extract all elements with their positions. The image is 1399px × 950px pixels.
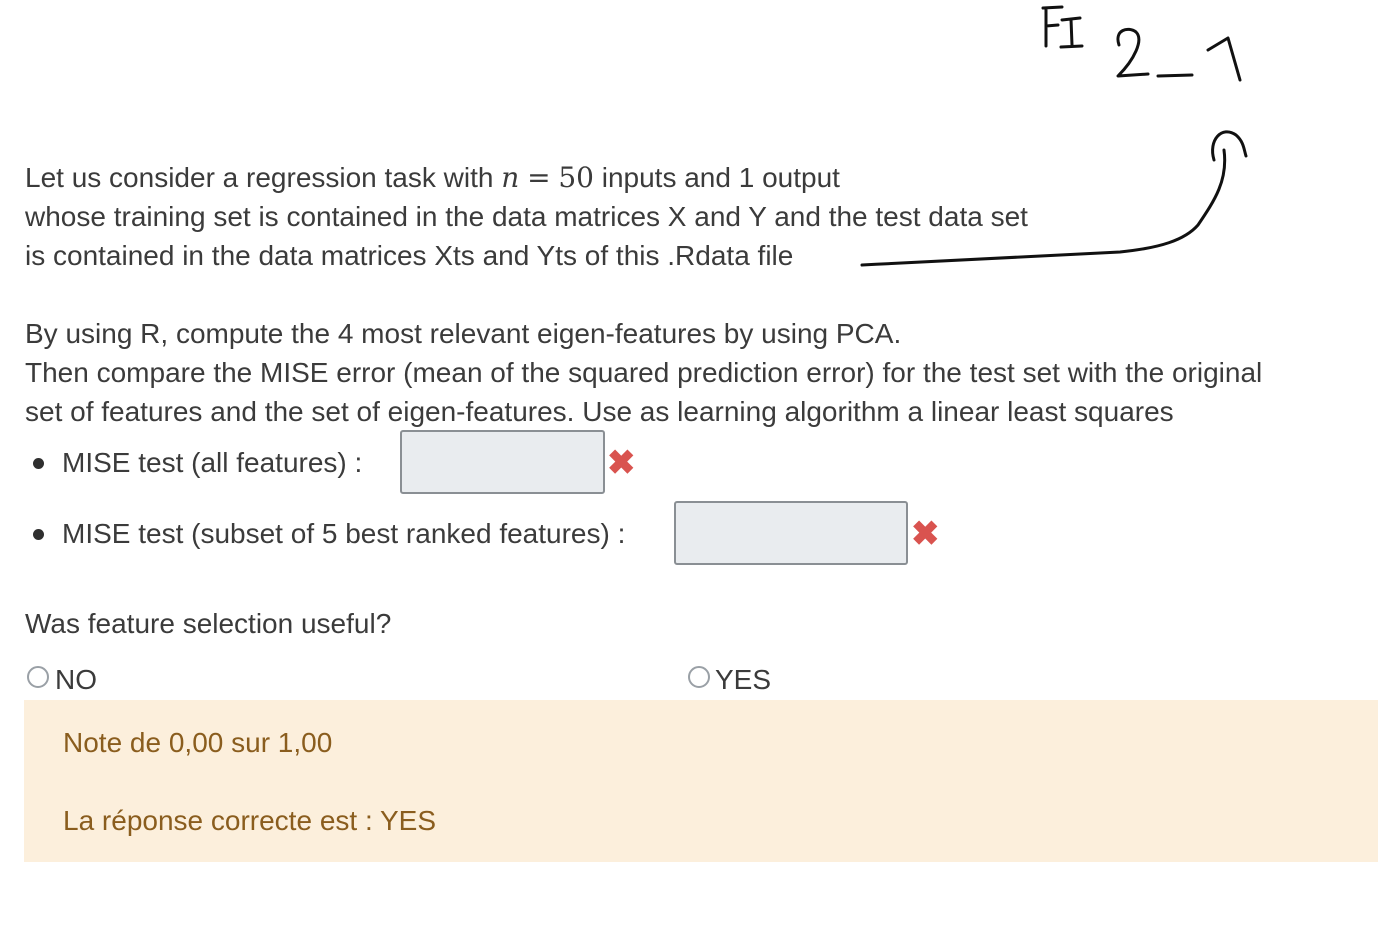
intro-line-3: is contained in the data matrices Xts an… [25,240,794,271]
incorrect-icon: ✖ [911,515,940,553]
answer-label-subset-features: MISE test (subset of 5 best ranked featu… [62,518,626,549]
math-equals: = [527,161,551,194]
intro-line-1-pre: Let us consider a regression task with [25,162,494,193]
option-yes-label[interactable]: YES [715,660,771,699]
task-line-2: Then compare the MISE error (mean of the… [25,357,1263,388]
radio-yes[interactable] [688,666,710,688]
selection-question: Was feature selection useful? [25,608,392,639]
grade-text: Note de 0,00 sur 1,00 [63,727,333,758]
task-line-3: set of features and the set of eigen-fea… [25,396,1174,427]
radio-no[interactable] [27,666,49,688]
mise-subset-features-input[interactable] [674,501,908,565]
correct-answer-text: La réponse correcte est : YES [63,805,437,836]
math-variable-n: n [501,161,520,194]
answer-label-all-features: MISE test (all features) : [62,447,363,478]
mise-all-features-input[interactable] [400,430,605,494]
bullet-icon [33,529,44,540]
task-line-1: By using R, compute the 4 most relevant … [25,318,902,349]
option-no-label[interactable]: NO [55,660,97,699]
intro-line-1: Let us consider a regression task with n… [25,158,840,197]
incorrect-icon: ✖ [607,444,636,482]
math-value: 50 [558,161,594,194]
intro-line-2: whose training set is contained in the d… [25,201,1028,232]
bullet-icon [33,458,44,469]
intro-line-1-post: inputs and 1 output [601,162,840,193]
feedback-panel: Note de 0,00 sur 1,00 La réponse correct… [24,700,1378,862]
